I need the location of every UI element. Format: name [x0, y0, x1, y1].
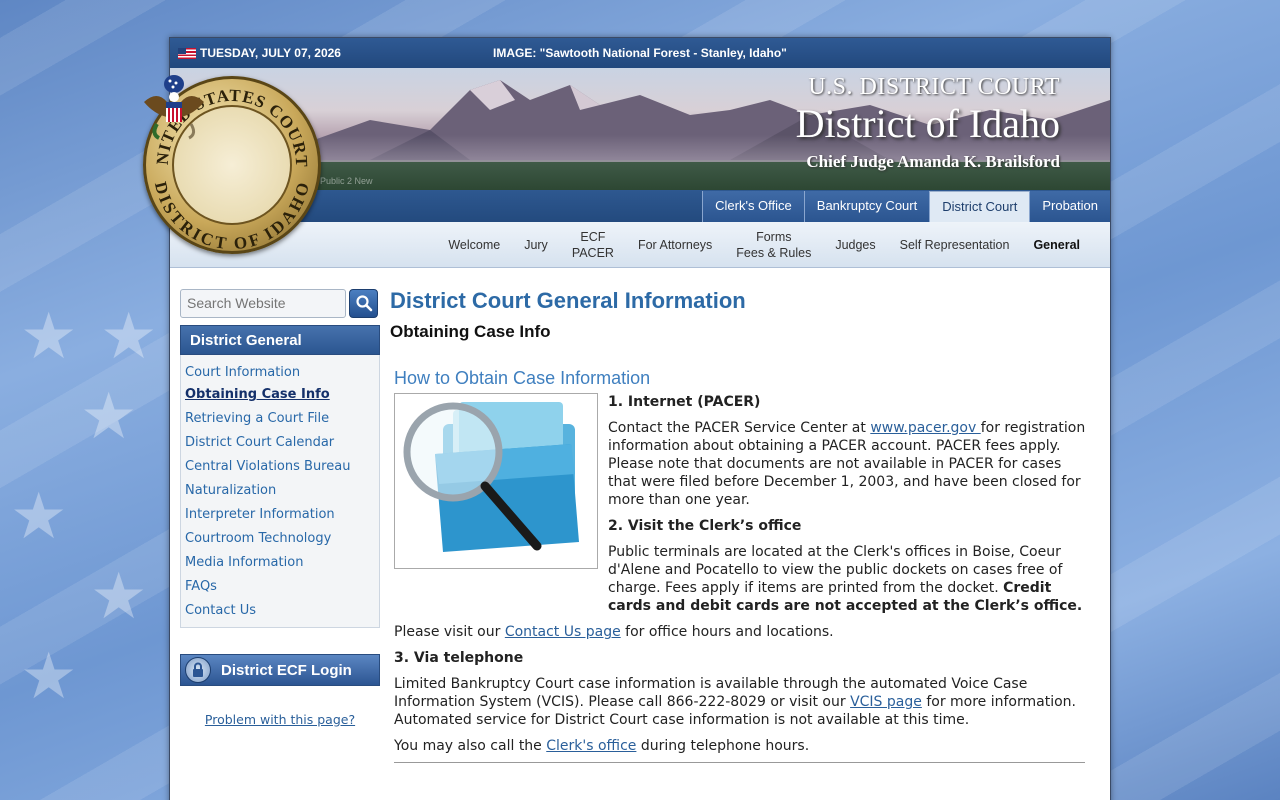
- subnav-self-representation[interactable]: Self Representation: [888, 237, 1022, 253]
- search-button[interactable]: [349, 288, 378, 318]
- subnav-jury[interactable]: Jury: [512, 237, 560, 253]
- sidebar-item-contact-us[interactable]: Contact Us: [181, 599, 379, 623]
- main-tabs: Clerk's Office Bankruptcy Court District…: [702, 190, 1110, 222]
- subnav-for-attorneys[interactable]: For Attorneys: [626, 237, 724, 253]
- subnav-ecf-pacer[interactable]: ECF PACER: [560, 229, 626, 261]
- tab-clerks-office[interactable]: Clerk's Office: [702, 191, 804, 222]
- search-input[interactable]: [180, 288, 346, 318]
- text-span: Contact the PACER Service Center at: [608, 420, 871, 436]
- main-content: District Court General Information Obtai…: [390, 288, 1090, 763]
- sidebar: District General Court Information Obtai…: [180, 288, 380, 727]
- page-subtitle: Obtaining Case Info: [390, 322, 551, 341]
- background-star-icon: ★: [90, 560, 148, 634]
- content-divider: [394, 762, 1085, 763]
- subnav-general[interactable]: General: [1021, 237, 1092, 253]
- text-span: Please visit our: [394, 624, 505, 640]
- pacer-link[interactable]: www.pacer.gov: [870, 420, 980, 436]
- background-star-icon: ★: [20, 640, 78, 714]
- tab-bankruptcy-court[interactable]: Bankruptcy Court: [803, 191, 930, 222]
- subnav-label: General: [1033, 238, 1080, 252]
- text-span: You may also call the: [394, 738, 547, 754]
- text-span: Public terminals are located at the Cler…: [608, 544, 1063, 596]
- section-title: How to Obtain Case Information: [394, 368, 651, 388]
- internet-paragraph: Contact the PACER Service Center at www.…: [608, 419, 1090, 509]
- us-flag-icon: [178, 47, 196, 59]
- tab-district-court[interactable]: District Court: [929, 191, 1030, 222]
- ecf-login-button[interactable]: District ECF Login: [180, 654, 380, 686]
- eagle-icon: [144, 75, 204, 140]
- sidebar-item-district-court-calendar[interactable]: District Court Calendar: [181, 431, 379, 455]
- clerks-office-link[interactable]: Clerk's office: [546, 738, 636, 754]
- vcis-link[interactable]: VCIS page: [850, 694, 922, 710]
- sidebar-item-media-information[interactable]: Media Information: [181, 551, 379, 575]
- sidebar-item-naturalization[interactable]: Naturalization: [181, 479, 379, 503]
- subnav-label: Jury: [524, 238, 548, 252]
- sidebar-item-retrieving-court-file[interactable]: Retrieving a Court File: [181, 407, 379, 431]
- internet-heading: 1. Internet (PACER): [608, 394, 761, 410]
- problem-with-page-link[interactable]: Problem with this page?: [180, 712, 380, 727]
- clerk-heading: 2. Visit the Clerk’s office: [608, 518, 802, 534]
- public-note: Public 2 New: [320, 176, 373, 186]
- telephone-heading: 3. Via telephone: [394, 650, 524, 666]
- contact-us-link[interactable]: Contact Us page: [505, 624, 621, 640]
- sidebar-item-central-violations-bureau[interactable]: Central Violations Bureau: [181, 455, 379, 479]
- sidebar-item-interpreter-information[interactable]: Interpreter Information: [181, 503, 379, 527]
- subnav-judges[interactable]: Judges: [823, 237, 887, 253]
- subnav-label: ECF: [580, 230, 606, 244]
- visit-paragraph: Please visit our Contact Us page for off…: [394, 623, 1090, 641]
- subnav-label-line2: Fees & Rules: [736, 246, 812, 260]
- date-display: TUESDAY, JULY 07, 2026: [178, 46, 341, 60]
- subnav-label: Welcome: [448, 238, 501, 252]
- top-bar: TUESDAY, JULY 07, 2026 IMAGE: "Sawtooth …: [170, 38, 1110, 68]
- tab-probation[interactable]: Probation: [1029, 191, 1110, 222]
- clerk-paragraph: Public terminals are located at the Cler…: [608, 543, 1090, 615]
- magnifier-icon: [403, 402, 579, 552]
- text-column: 1. Internet (PACER) Contact the PACER Se…: [608, 393, 1090, 615]
- intro-row: 1. Internet (PACER) Contact the PACER Se…: [394, 393, 1090, 615]
- court-seal-logo[interactable]: UNITED STATES COURTS DISTRICT OF IDAHO: [143, 75, 321, 254]
- seal-center: [144, 75, 292, 225]
- background-star-icon: ★: [100, 300, 158, 374]
- court-subtitle: U.S. DISTRICT COURT: [808, 74, 1060, 100]
- background-star-icon: ★: [20, 300, 78, 374]
- text-span: for office hours and locations.: [620, 624, 834, 640]
- sidebar-menu: Court Information Obtaining Case Info Re…: [180, 355, 380, 628]
- subnav-forms-fees-rules[interactable]: Forms Fees & Rules: [724, 229, 823, 261]
- sidebar-item-faqs[interactable]: FAQs: [181, 575, 379, 599]
- sidebar-item-court-information[interactable]: Court Information: [181, 361, 379, 385]
- lock-icon: [185, 657, 211, 683]
- subnav-welcome[interactable]: Welcome: [436, 237, 512, 253]
- telephone-paragraph: Limited Bankruptcy Court case informatio…: [394, 675, 1090, 729]
- chief-judge: Chief Judge Amanda K. Brailsford: [806, 152, 1060, 171]
- page-title: District Court General Information: [390, 288, 746, 313]
- image-caption: IMAGE: "Sawtooth National Forest - Stanl…: [493, 46, 787, 60]
- subnav-label: For Attorneys: [637, 238, 713, 252]
- sidebar-item-obtaining-case-info[interactable]: Obtaining Case Info: [181, 385, 379, 407]
- folders-magnifier-image: [394, 393, 598, 569]
- sidebar-heading: District General: [180, 325, 380, 355]
- subnav-label: Self Representation: [899, 238, 1010, 252]
- article-body: 1. Internet (PACER) Contact the PACER Se…: [394, 393, 1090, 755]
- background-star-icon: ★: [10, 480, 68, 554]
- search-icon: [355, 295, 372, 312]
- background-star-icon: ★: [80, 380, 138, 454]
- page-container: TUESDAY, JULY 07, 2026 IMAGE: "Sawtooth …: [143, 37, 1111, 800]
- sidebar-item-courtroom-technology[interactable]: Courtroom Technology: [181, 527, 379, 551]
- search-row: [180, 288, 380, 318]
- subnav-label: Forms: [756, 230, 792, 244]
- also-call-paragraph: You may also call the Clerk's office dur…: [394, 737, 1090, 755]
- date-text: TUESDAY, JULY 07, 2026: [200, 46, 341, 60]
- subnav-label-line2: PACER: [571, 246, 614, 260]
- ecf-login-label: District ECF Login: [221, 661, 352, 679]
- text-span: during telephone hours.: [636, 738, 810, 754]
- subnav-label: Judges: [835, 238, 876, 252]
- court-title: District of Idaho: [795, 101, 1060, 146]
